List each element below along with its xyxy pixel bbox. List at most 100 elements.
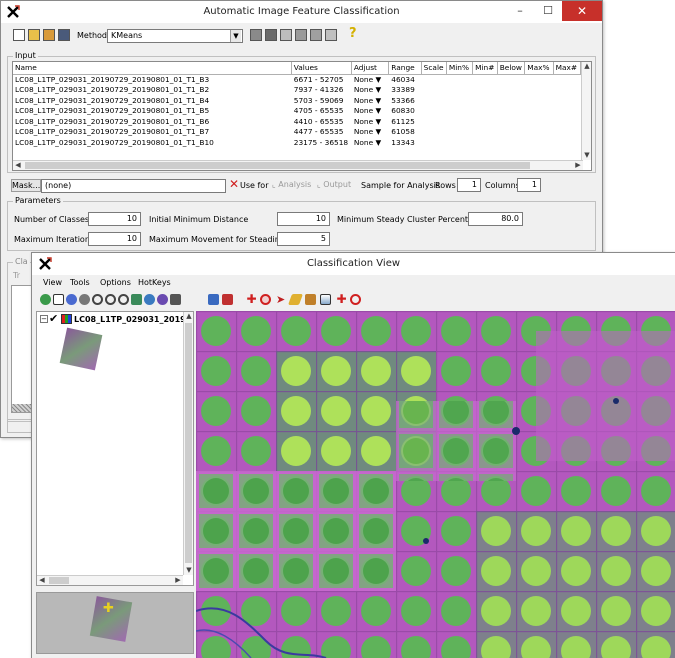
scroll-up-icon[interactable]: ▲ (184, 312, 194, 321)
graph-icon[interactable] (325, 29, 337, 41)
row-adjust[interactable]: None ▼ (351, 127, 388, 138)
max-move-field[interactable]: 5 (277, 232, 330, 246)
method-value: KMeans (111, 31, 143, 40)
analysis-checkbox[interactable]: ⌞ Analysis (272, 180, 311, 189)
help-icon[interactable]: ? (349, 26, 357, 41)
chart-icon[interactable] (310, 29, 322, 41)
layer-panel-hscroll[interactable]: ◀ ▶ (37, 575, 183, 585)
scroll-down-icon[interactable]: ▼ (184, 566, 194, 575)
scroll-thumb[interactable] (49, 577, 69, 584)
zoom-out-icon[interactable] (105, 294, 116, 305)
row-adjust[interactable]: None ▼ (351, 137, 388, 148)
layer-visible-check-icon[interactable]: ✔ (49, 312, 58, 325)
col-min-num[interactable]: Min# (472, 62, 498, 75)
layer-name[interactable]: LC08_L1TP_029031_2019 (74, 315, 186, 324)
save-icon[interactable] (58, 29, 70, 41)
table-row[interactable]: LC08_L1TP_029031_20190729_20190801_01_T1… (13, 74, 581, 85)
menu-options[interactable]: Options (100, 278, 131, 287)
histogram-icon[interactable] (320, 294, 331, 305)
sample-icon[interactable] (280, 29, 292, 41)
mask-field[interactable]: (none) (41, 179, 226, 193)
adjust-value: None (353, 116, 374, 126)
init-min-dist-field[interactable]: 10 (277, 212, 330, 226)
col-scale[interactable]: Scale (421, 62, 447, 75)
run-icon[interactable] (265, 29, 277, 41)
max-iter-field[interactable]: 10 (88, 232, 141, 246)
row-adjust[interactable]: None ▼ (351, 74, 388, 85)
col-range[interactable]: Range (388, 62, 422, 75)
scroll-up-icon[interactable]: ▲ (582, 62, 591, 71)
columns-field[interactable]: 1 (517, 178, 541, 192)
col-below[interactable]: Below (497, 62, 526, 75)
close-button[interactable]: ✕ (562, 1, 602, 21)
col-name[interactable]: Name (13, 62, 292, 75)
zoom-box-icon[interactable] (118, 294, 129, 305)
table-icon[interactable] (250, 29, 262, 41)
full-view-icon[interactable] (53, 294, 64, 305)
minimize-button[interactable]: – (506, 1, 534, 21)
legend-icon[interactable] (222, 294, 233, 305)
pan-icon[interactable] (66, 294, 77, 305)
mask-button[interactable]: Mask... (11, 179, 41, 192)
menu-hotkeys[interactable]: HotKeys (138, 278, 171, 287)
input-table-vscroll[interactable]: ▲ ▼ (581, 62, 591, 160)
method-select[interactable]: KMeans ▼ (107, 29, 243, 43)
row-adjust[interactable]: None ▼ (351, 85, 388, 96)
sample-label: Sample for Analysis (361, 181, 441, 190)
scroll-down-icon[interactable]: ▼ (582, 151, 591, 160)
row-adjust[interactable]: None ▼ (351, 106, 388, 117)
move-crosshair-icon[interactable]: ✚ (246, 293, 257, 305)
input-table-hscroll[interactable]: ◀ ▶ (13, 160, 583, 170)
redraw-icon[interactable] (40, 294, 51, 305)
min-steady-field[interactable]: 80.0 (468, 212, 523, 226)
locator-view[interactable]: ✚ (36, 592, 194, 654)
grid-icon[interactable] (295, 29, 307, 41)
menu-tools[interactable]: Tools (70, 278, 90, 287)
row-name: LC08_L1TP_029031_20190729_20190801_01_T1… (15, 127, 210, 137)
camera-icon[interactable] (170, 294, 181, 305)
satellite-image[interactable] (196, 311, 675, 658)
globe-icon[interactable] (144, 294, 155, 305)
new-file-icon[interactable] (13, 29, 25, 41)
expand-icon[interactable]: − (40, 315, 48, 323)
measure-icon[interactable] (305, 294, 316, 305)
add-layer-icon[interactable] (208, 294, 219, 305)
scroll-left-icon[interactable]: ◀ (13, 161, 23, 170)
crosshair-icon[interactable]: ✚ (336, 293, 347, 305)
output-checkbox[interactable]: ⌞ Output (317, 180, 351, 189)
rows-field[interactable]: 1 (457, 178, 481, 192)
col-min-pct[interactable]: Min% (446, 62, 474, 75)
table-row[interactable]: LC08_L1TP_029031_20190729_20190801_01_T1… (13, 137, 581, 148)
zoom-in-icon[interactable] (92, 294, 103, 305)
layers-icon[interactable] (157, 294, 168, 305)
col-max-pct[interactable]: Max% (524, 62, 554, 75)
col-adjust[interactable]: Adjust (351, 62, 390, 75)
scroll-left-icon[interactable]: ◀ (37, 576, 47, 585)
maximize-button[interactable]: ☐ (534, 1, 562, 21)
layer-panel-vscroll[interactable]: ▲ ▼ (183, 312, 193, 575)
zoom-tool-icon[interactable] (260, 294, 271, 305)
select-arrow-icon[interactable]: ➤ (276, 294, 287, 305)
open-folder-icon[interactable] (28, 29, 40, 41)
lasso-icon[interactable] (350, 294, 361, 305)
table-row[interactable]: LC08_L1TP_029031_20190729_20190801_01_T1… (13, 106, 581, 117)
menu-view[interactable]: View (43, 278, 62, 287)
table-row[interactable]: LC08_L1TP_029031_20190729_20190801_01_T1… (13, 116, 581, 127)
table-row[interactable]: LC08_L1TP_029031_20190729_20190801_01_T1… (13, 85, 581, 96)
scroll-right-icon[interactable]: ▶ (573, 161, 583, 170)
num-classes-field[interactable]: 10 (88, 212, 141, 226)
table-row[interactable]: LC08_L1TP_029031_20190729_20190801_01_T1… (13, 127, 581, 138)
table-row[interactable]: LC08_L1TP_029031_20190729_20190801_01_T1… (13, 95, 581, 106)
row-adjust[interactable]: None ▼ (351, 95, 388, 106)
scroll-thumb[interactable] (25, 162, 530, 169)
clear-mask-icon[interactable]: ✕ (229, 177, 239, 191)
open-icon[interactable] (43, 29, 55, 41)
row-adjust[interactable]: None ▼ (351, 116, 388, 127)
zoom-group-icon[interactable] (79, 294, 90, 305)
col-max-num[interactable]: Max# (553, 62, 582, 75)
col-values[interactable]: Values (291, 62, 352, 75)
zoom-layer-icon[interactable] (131, 294, 142, 305)
scroll-thumb[interactable] (185, 323, 192, 563)
classification-map-view[interactable] (196, 311, 675, 658)
scroll-right-icon[interactable]: ▶ (173, 576, 183, 585)
